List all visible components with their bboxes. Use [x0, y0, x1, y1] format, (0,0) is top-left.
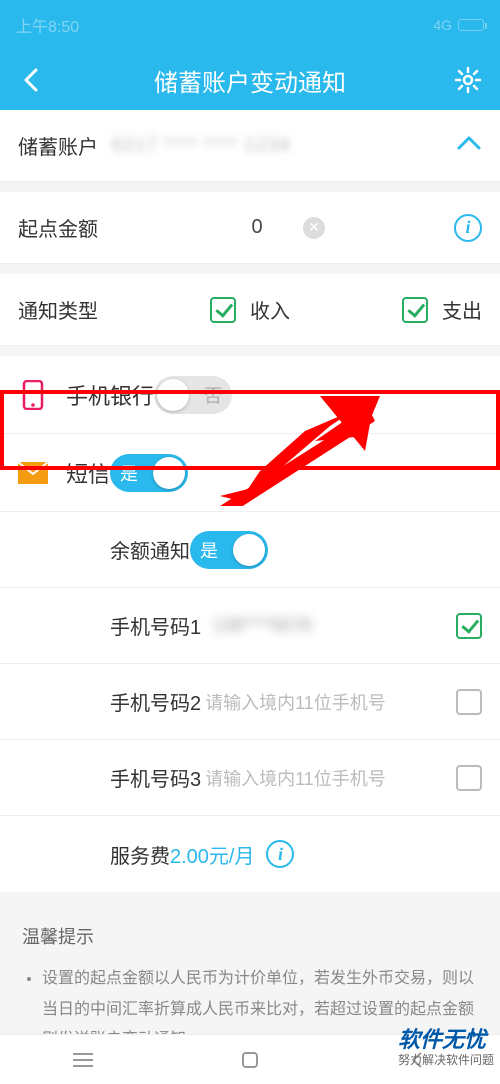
balance-notify-label: 余额通知 [110, 535, 190, 564]
clear-button[interactable]: ✕ [303, 217, 325, 239]
toggle-on-label: 是 [120, 460, 138, 486]
mobile-bank-label: 手机银行 [66, 379, 154, 411]
phone1-checkbox[interactable] [456, 613, 482, 639]
network-icon: 4G [433, 17, 452, 33]
phone2-checkbox[interactable] [456, 689, 482, 715]
watermark: 软件无忧 努力解决软件问题 [398, 1022, 494, 1066]
android-recents-button[interactable] [71, 1048, 95, 1072]
balance-toggle-label: 是 [200, 537, 218, 563]
fee-row: 服务费 2.00元/月 i [0, 816, 500, 892]
sms-toggle[interactable]: 是 [110, 454, 188, 492]
account-row[interactable]: 储蓄账户 6217 **** **** 1234 [0, 110, 500, 182]
account-number: 6217 **** **** 1234 [112, 135, 291, 157]
notify-type-row: 通知类型 收入 支出 [0, 274, 500, 346]
income-label: 收入 [250, 295, 290, 324]
android-home-button[interactable] [238, 1048, 262, 1072]
phone1-row: 手机号码1 138****5678 [0, 588, 500, 664]
phone3-row: 手机号码3 请输入境内11位手机号 [0, 740, 500, 816]
toggle-off-label: 否 [204, 382, 222, 408]
phone3-label: 手机号码3 [110, 763, 201, 792]
mail-icon [18, 458, 48, 488]
expense-label: 支出 [442, 295, 482, 324]
fee-info-icon[interactable]: i [266, 840, 294, 868]
chevron-up-icon [456, 134, 482, 158]
sms-label: 短信 [66, 457, 110, 489]
mobile-bank-row: 手机银行 否 [0, 356, 500, 434]
fee-label: 服务费 [110, 840, 170, 869]
back-button[interactable] [16, 64, 48, 96]
status-time: 上午8:50 [16, 13, 79, 37]
threshold-input[interactable] [227, 216, 287, 239]
income-checkbox[interactable] [210, 297, 236, 323]
phone3-checkbox[interactable] [456, 765, 482, 791]
settings-button[interactable] [452, 64, 484, 96]
phone2-placeholder[interactable]: 请输入境内11位手机号 [205, 689, 456, 715]
threshold-row: 起点金额 ✕ i [0, 192, 500, 264]
info-icon[interactable]: i [454, 214, 482, 242]
expense-checkbox[interactable] [402, 297, 428, 323]
phone1-label: 手机号码1 [110, 611, 201, 640]
phone2-label: 手机号码2 [110, 687, 201, 716]
fee-value: 2.00元/月 [170, 840, 254, 869]
navbar: 储蓄账户变动通知 [0, 50, 500, 110]
watermark-main: 软件无忧 [398, 1027, 486, 1052]
watermark-sub: 努力解决软件问题 [398, 1054, 494, 1066]
expense-checkbox-group[interactable]: 支出 [402, 295, 482, 324]
tips-title: 温馨提示 [22, 920, 478, 954]
phone3-placeholder[interactable]: 请输入境内11位手机号 [205, 765, 456, 791]
battery-icon [458, 19, 484, 31]
mobile-bank-toggle[interactable]: 否 [154, 376, 232, 414]
income-checkbox-group[interactable]: 收入 [210, 295, 290, 324]
status-bar: 上午8:50 4G [0, 0, 500, 50]
account-label: 储蓄账户 [18, 131, 98, 160]
sms-row: 短信 是 [0, 434, 500, 512]
balance-notify-row: 余额通知 是 [0, 512, 500, 588]
page-title: 储蓄账户变动通知 [154, 63, 346, 98]
notify-type-label: 通知类型 [18, 295, 98, 324]
threshold-label: 起点金额 [18, 213, 98, 242]
phone-icon [18, 380, 48, 410]
phone2-row: 手机号码2 请输入境内11位手机号 [0, 664, 500, 740]
phone1-value[interactable]: 138****5678 [213, 615, 456, 636]
balance-notify-toggle[interactable]: 是 [190, 531, 268, 569]
